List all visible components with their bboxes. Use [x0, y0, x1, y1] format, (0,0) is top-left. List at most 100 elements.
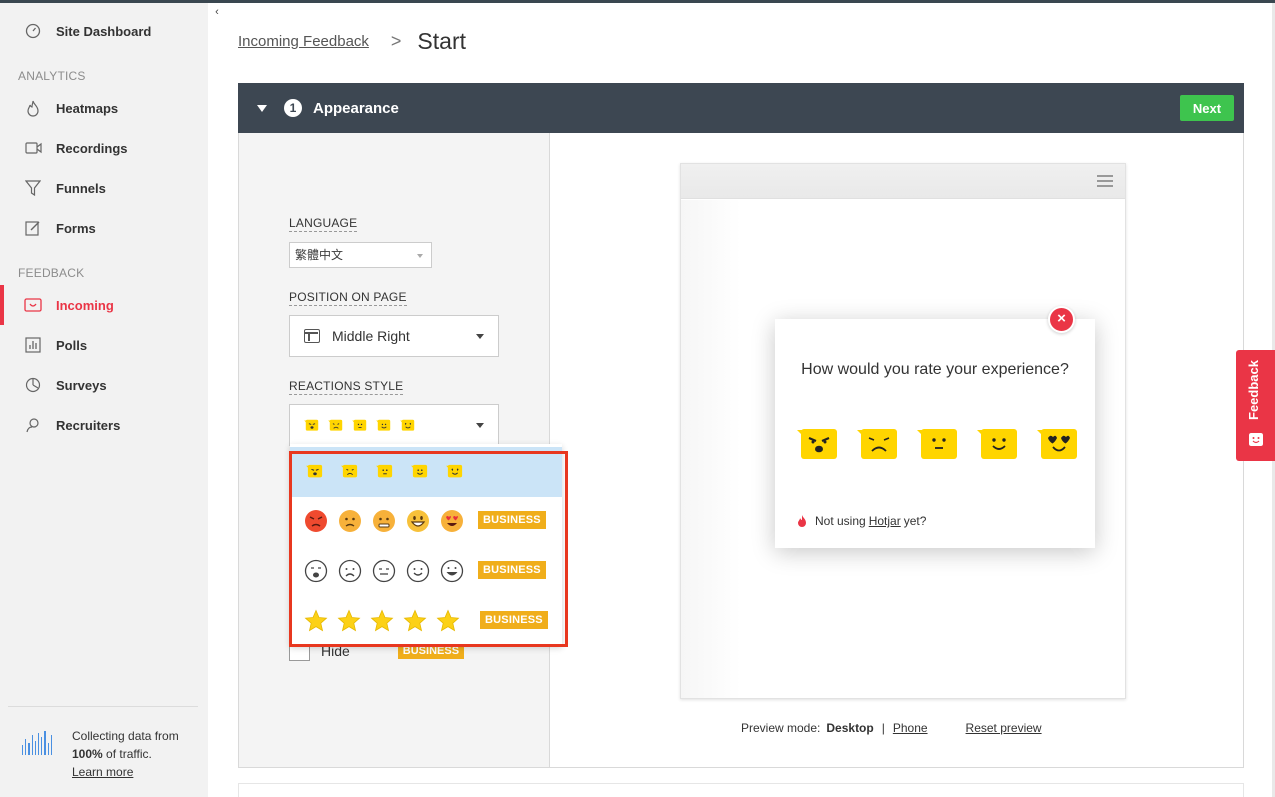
sad-face-icon[interactable] — [857, 427, 899, 461]
hamburger-menu-icon[interactable] — [1097, 175, 1113, 190]
sidebar: Site Dashboard ANALYTICS Heatmaps Record… — [0, 3, 208, 797]
step-header[interactable]: 1 Appearance Next — [238, 83, 1244, 133]
sidebar-item-recordings[interactable]: Recordings — [0, 128, 208, 168]
survey-icon — [24, 376, 42, 394]
feedback-face-icon — [1249, 433, 1263, 446]
sidebar-item-label: Recruiters — [56, 417, 121, 433]
page-title: Start — [417, 28, 466, 54]
caret-down-icon — [476, 334, 484, 339]
sad-emoji-icon — [339, 510, 361, 532]
sidebar-item-funnels[interactable]: Funnels — [0, 168, 208, 208]
outline-neutral-face-icon — [372, 559, 396, 583]
neutral-face-icon[interactable] — [917, 427, 959, 461]
sidebar-item-site-dashboard[interactable]: Site Dashboard — [0, 11, 208, 51]
sidebar-divider — [8, 706, 198, 707]
hotjar-link[interactable]: Hotjar — [869, 514, 901, 528]
reactions-label: REACTIONS STYLE — [289, 379, 404, 395]
flame-icon — [24, 99, 42, 117]
sidebar-item-label: Funnels — [56, 180, 106, 196]
form-icon — [24, 219, 42, 237]
preview-mode-separator: | — [881, 721, 885, 735]
hotjar-flame-icon — [798, 515, 806, 527]
funnel-icon — [24, 179, 42, 197]
preview-mode-label: Preview mode: — [741, 721, 821, 735]
sidebar-item-surveys[interactable]: Surveys — [0, 365, 208, 405]
preview-shadow — [681, 200, 741, 698]
sidebar-item-label: Site Dashboard — [56, 23, 152, 39]
outline-shocked-face-icon — [304, 559, 328, 583]
happy-face-icon[interactable] — [977, 427, 1019, 461]
sad-face-icon — [328, 419, 343, 431]
star-icon — [370, 609, 394, 632]
collecting-data-notice: Collecting data from 100% of traffic. Le… — [22, 727, 179, 781]
sidebar-item-forms[interactable]: Forms — [0, 208, 208, 248]
neutral-face-icon — [352, 419, 367, 431]
caret-down-icon — [476, 423, 484, 428]
star-icon — [304, 609, 328, 632]
sidebar-item-label: Surveys — [56, 377, 107, 393]
sidebar-heading-feedback: FEEDBACK — [18, 266, 85, 280]
reaction-option-outline-faces[interactable]: BUSINESS — [290, 546, 562, 596]
business-badge: BUSINESS — [478, 511, 546, 529]
collapse-triangle-icon[interactable] — [257, 104, 267, 112]
reactions-dropdown: BUSINESS BUSINESS BUSINESS — [290, 444, 562, 646]
outline-smile-face-icon — [406, 559, 430, 583]
feedback-side-tab[interactable]: Feedback — [1236, 350, 1275, 461]
sidebar-item-polls[interactable]: Polls — [0, 325, 208, 365]
preview-mode-phone[interactable]: Phone — [893, 721, 928, 735]
neutral-face-icon — [376, 464, 393, 478]
collect-line1: Collecting data from — [72, 729, 179, 743]
angry-emoji-icon — [305, 510, 327, 532]
language-select[interactable]: 繁體中文 — [289, 242, 432, 268]
star-icon — [403, 609, 427, 632]
reactions-select[interactable] — [289, 404, 499, 446]
smiling-emoji-icon — [407, 510, 429, 532]
breadcrumb-separator: > — [390, 31, 402, 51]
love-face-icon — [446, 464, 463, 478]
reaction-option-emoji[interactable]: BUSINESS — [290, 496, 562, 546]
angry-face-icon — [304, 419, 319, 431]
widget-footer: Not using Hotjar yet? — [797, 514, 926, 528]
sidebar-item-label: Recordings — [56, 140, 128, 156]
happy-face-icon — [411, 464, 428, 478]
sidebar-item-heatmaps[interactable]: Heatmaps — [0, 88, 208, 128]
incoming-icon — [24, 296, 42, 314]
reset-preview-link[interactable]: Reset preview — [966, 721, 1042, 735]
language-value: 繁體中文 — [295, 248, 344, 262]
position-label: POSITION ON PAGE — [289, 290, 407, 306]
breadcrumb-incoming-feedback[interactable]: Incoming Feedback — [238, 33, 369, 50]
position-value: Middle Right — [332, 328, 410, 344]
sidebar-item-recruiters[interactable]: Recruiters — [0, 405, 208, 445]
reaction-option-yellow-faces[interactable] — [290, 447, 562, 497]
position-select[interactable]: Middle Right — [289, 315, 499, 357]
breadcrumb: Incoming Feedback > Start — [238, 28, 466, 55]
star-icon — [337, 609, 361, 632]
caret-down-icon — [417, 254, 423, 258]
sidebar-item-incoming[interactable]: Incoming — [0, 285, 208, 325]
widget-footer-suffix: yet? — [903, 514, 927, 528]
sidebar-item-label: Polls — [56, 337, 88, 353]
collapse-sidebar-button[interactable]: ‹ — [208, 3, 226, 21]
sidebar-item-label: Heatmaps — [56, 100, 119, 116]
widget-question: How would you rate your experience? — [801, 361, 1069, 378]
reaction-option-stars[interactable]: BUSINESS — [290, 596, 562, 646]
angry-face-icon — [306, 464, 323, 478]
learn-more-link[interactable]: Learn more — [72, 765, 133, 779]
collect-percent: 100% — [72, 747, 103, 761]
angry-face-icon[interactable] — [797, 427, 839, 461]
window-layout-icon — [304, 329, 320, 343]
collect-line2: of traffic. — [102, 747, 152, 761]
preview-mode-desktop[interactable]: Desktop — [826, 721, 873, 735]
feedback-tab-label: Feedback — [1246, 360, 1261, 420]
love-face-icon[interactable] — [1037, 427, 1079, 461]
next-step-panel — [238, 783, 1244, 797]
video-icon — [24, 139, 42, 157]
star-icon — [436, 609, 460, 632]
next-button[interactable]: Next — [1180, 95, 1234, 121]
close-widget-button[interactable]: × — [1048, 306, 1075, 333]
step-title: Appearance — [313, 99, 399, 117]
recruiter-icon — [24, 416, 42, 434]
dashboard-icon — [24, 22, 42, 40]
outline-sad-face-icon — [338, 559, 362, 583]
traffic-bars-icon — [22, 729, 53, 755]
